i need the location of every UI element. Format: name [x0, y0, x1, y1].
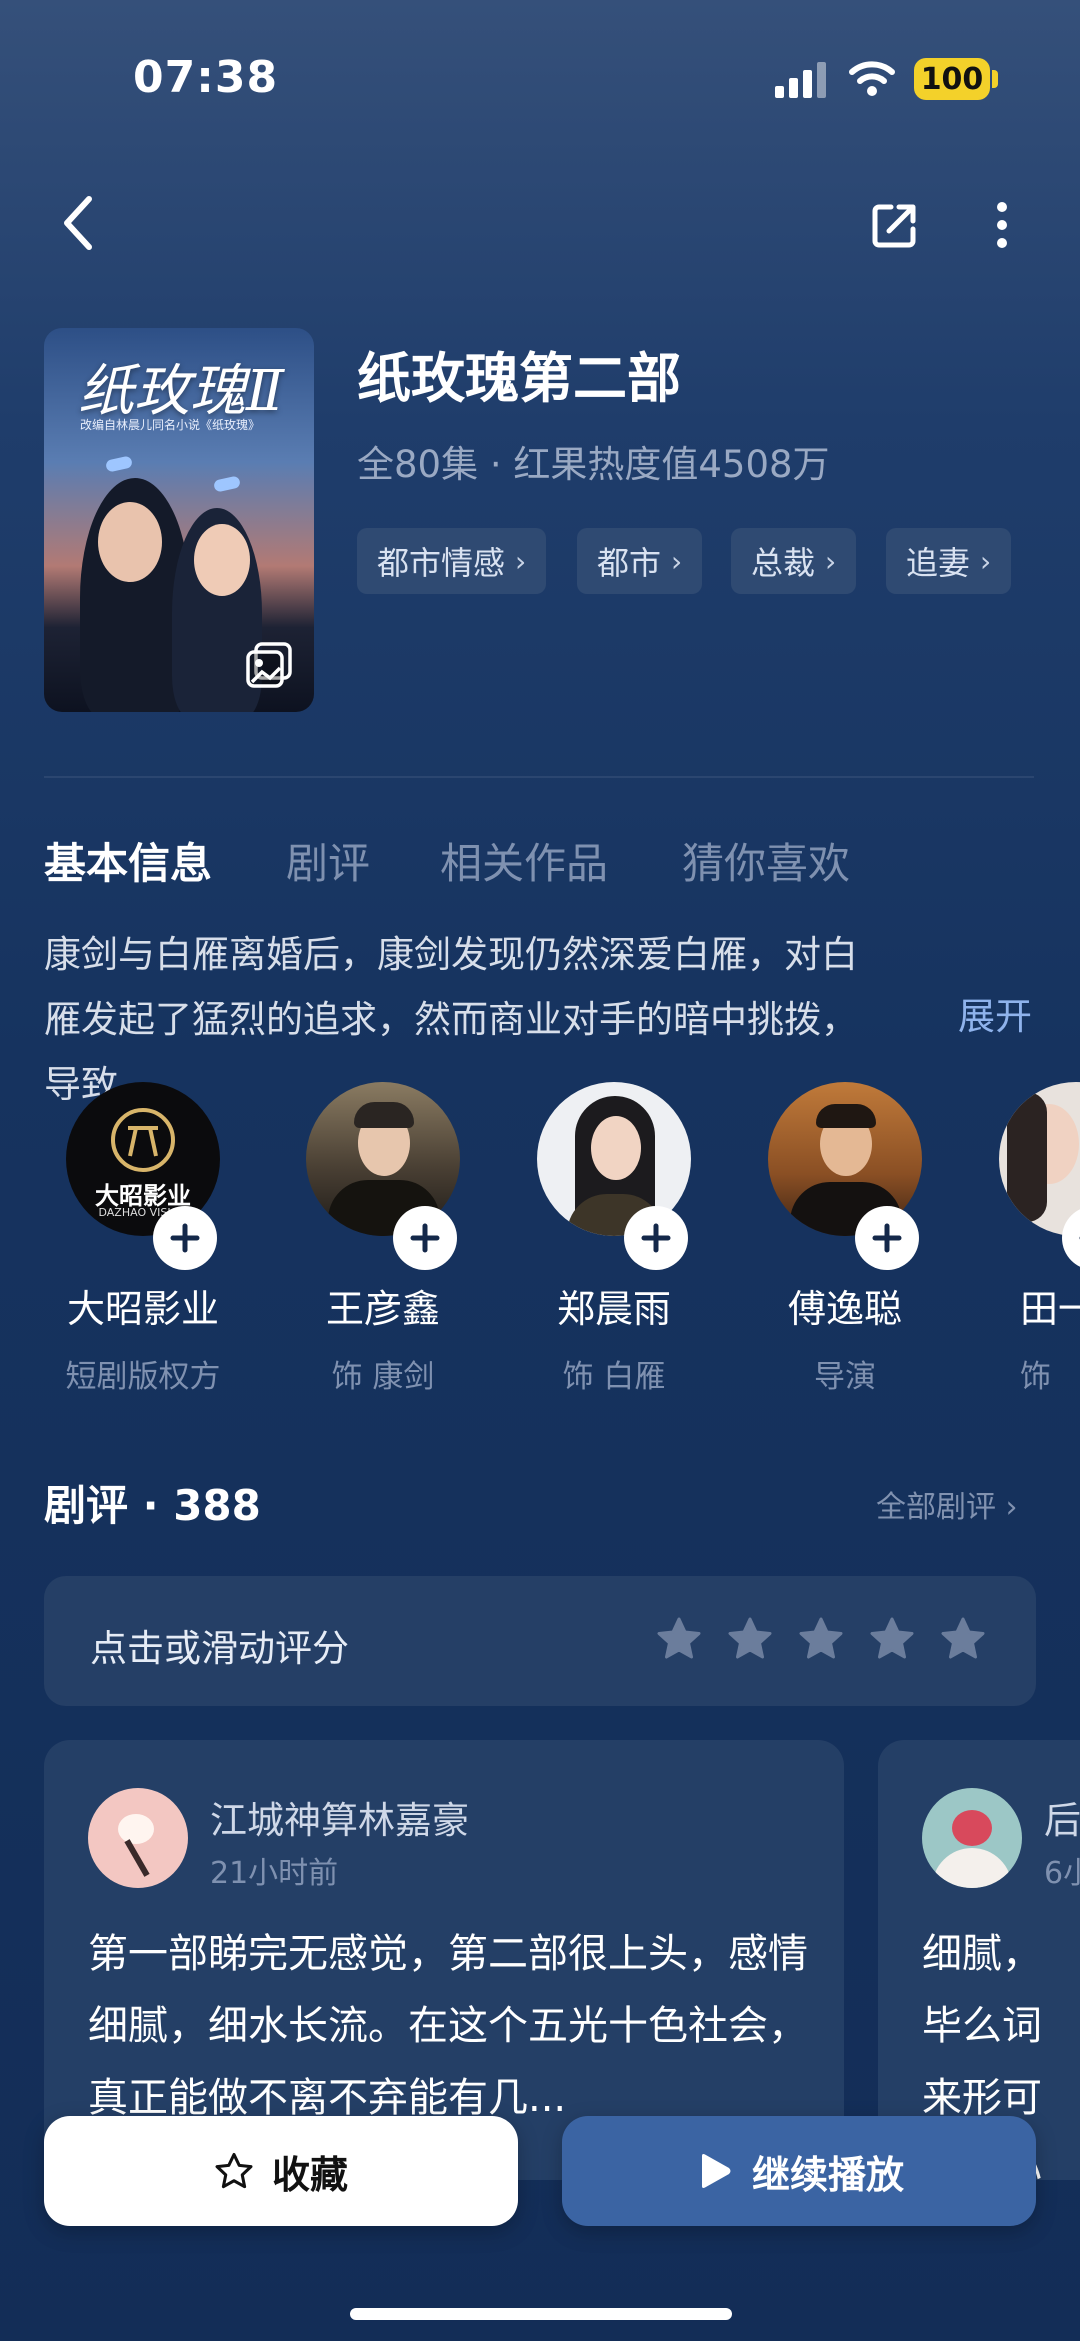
- star-icon[interactable]: [940, 1616, 986, 1662]
- poster-subtitle: 改编自林晨儿同名小说《纸玫瑰》: [80, 418, 261, 432]
- reviews-title: 剧评 · 388: [44, 1481, 261, 1530]
- poster-title: 纸玫瑰Ⅱ: [78, 359, 285, 424]
- tag-urban-romance[interactable]: 都市情感 ›: [357, 528, 547, 594]
- poster-image[interactable]: 纸玫瑰Ⅱ 改编自林晨儿同名小说《纸玫瑰》: [44, 328, 314, 712]
- tab-basic-info[interactable]: 基本信息: [44, 830, 212, 891]
- share-button[interactable]: [862, 192, 928, 258]
- plane-decoration: [213, 475, 241, 493]
- tag-label: 都市: [597, 544, 662, 582]
- drama-title: 纸玫瑰第二部: [357, 347, 681, 410]
- star-icon[interactable]: [798, 1616, 844, 1662]
- play-label: 继续播放: [751, 2152, 904, 2197]
- expand-link[interactable]: 展开: [958, 986, 1032, 1040]
- tag-label: 总裁: [751, 544, 816, 582]
- chevron-right-icon: ›: [671, 544, 683, 578]
- cast-name: 大昭影业: [66, 1287, 219, 1331]
- tag-chase-wife[interactable]: 追妻 ›: [886, 528, 1012, 594]
- review-time: 6小: [1044, 1856, 1080, 1891]
- tab-reviews[interactable]: 剧评: [286, 830, 370, 891]
- cast-role: 饰 白雁: [562, 1359, 666, 1395]
- cast-item[interactable]: 田一 饰: [976, 1082, 1080, 1396]
- favorite-label: 收藏: [271, 2152, 348, 2197]
- plus-icon: [410, 1223, 440, 1253]
- more-vertical-icon: [997, 202, 1007, 248]
- follow-button[interactable]: [855, 1206, 919, 1270]
- review-username[interactable]: 江城神算林嘉豪: [210, 1790, 469, 1844]
- review-time: 21小时前: [210, 1856, 339, 1891]
- chevron-right-icon: ›: [515, 544, 527, 578]
- wifi-icon: [849, 61, 895, 96]
- review-card[interactable]: 江城神算林嘉豪 21小时前 第一部睇完无感觉，第二部很上头，感情细腻，细水长流。…: [44, 1740, 844, 2180]
- review-text: 第一部睇完无感觉，第二部很上头，感情细腻，细水长流。在这个五光十色社会，真正能做…: [88, 1931, 808, 2121]
- cast-name: 郑晨雨: [556, 1287, 671, 1331]
- cast-role: 短剧版权方: [65, 1359, 221, 1395]
- actor-face: [98, 502, 162, 582]
- chevron-right-icon: ›: [980, 544, 992, 578]
- tag-urban[interactable]: 都市 ›: [577, 528, 703, 594]
- home-indicator: [350, 2308, 732, 2320]
- follow-button[interactable]: [153, 1206, 217, 1270]
- actress-face: [194, 524, 250, 596]
- tag-label: 追妻: [906, 544, 971, 582]
- cast-item[interactable]: 傅逸聪 导演: [745, 1082, 945, 1396]
- review-username[interactable]: 后: [1044, 1790, 1080, 1844]
- play-icon: [701, 2154, 731, 2188]
- cast-item[interactable]: 郑晨雨 饰 白雁: [514, 1082, 714, 1396]
- back-button[interactable]: [48, 190, 108, 256]
- review-card[interactable]: 后 6小 细腻，毕么词来形可以入心: [878, 1740, 1080, 2180]
- rating-card[interactable]: 点击或滑动评分: [44, 1576, 1036, 1706]
- cast-role: 导演: [814, 1359, 876, 1395]
- star-outline-icon: [215, 2152, 253, 2189]
- star-icon[interactable]: [727, 1616, 773, 1662]
- rating-prompt: 点击或滑动评分: [90, 1627, 349, 1670]
- avatar: [922, 1788, 1022, 1888]
- favorite-button[interactable]: 收藏: [44, 2116, 518, 2226]
- avatar: [88, 1788, 188, 1888]
- star-icon[interactable]: [656, 1616, 702, 1662]
- all-reviews-link[interactable]: 全部剧评 ›: [876, 1482, 1018, 1526]
- plus-icon: [872, 1223, 902, 1253]
- plane-decoration: [105, 455, 133, 473]
- plus-icon: [170, 1223, 200, 1253]
- cast-name: 王彦鑫: [325, 1287, 440, 1331]
- tag-ceo[interactable]: 总裁 ›: [731, 528, 857, 594]
- gallery-icon[interactable]: [246, 642, 292, 688]
- divider: [44, 776, 1034, 778]
- follow-button[interactable]: [393, 1206, 457, 1270]
- cast-name: 傅逸聪: [787, 1287, 902, 1331]
- battery-tip: [992, 70, 998, 88]
- cast-item[interactable]: 王彦鑫 饰 康剑: [283, 1082, 483, 1396]
- drama-meta: 全80集 · 红果热度值4508万: [357, 443, 830, 486]
- tag-label: 都市情感: [377, 544, 506, 582]
- avatar: [999, 1082, 1080, 1236]
- continue-play-button[interactable]: 继续播放: [562, 2116, 1036, 2226]
- battery-indicator: 100: [914, 58, 990, 100]
- status-time: 07:38: [133, 52, 279, 103]
- star-icon[interactable]: [869, 1616, 915, 1662]
- cast-item[interactable]: 大昭影业 DAZHAO VISION 大昭影业 短剧版权方: [43, 1082, 243, 1396]
- cast-role: 饰 康剑: [331, 1359, 435, 1395]
- share-icon: [872, 204, 916, 248]
- more-options-button[interactable]: [980, 192, 1024, 258]
- tab-recommendations[interactable]: 猜你喜欢: [682, 830, 850, 891]
- signal-icon: [775, 62, 826, 98]
- cast-role: 饰: [1020, 1359, 1051, 1395]
- follow-button[interactable]: [624, 1206, 688, 1270]
- tab-related-works[interactable]: 相关作品: [440, 830, 608, 891]
- chevron-right-icon: ›: [825, 544, 837, 578]
- chevron-left-icon: [64, 196, 92, 250]
- cast-name: 田一: [1020, 1287, 1080, 1331]
- plus-icon: [641, 1223, 671, 1253]
